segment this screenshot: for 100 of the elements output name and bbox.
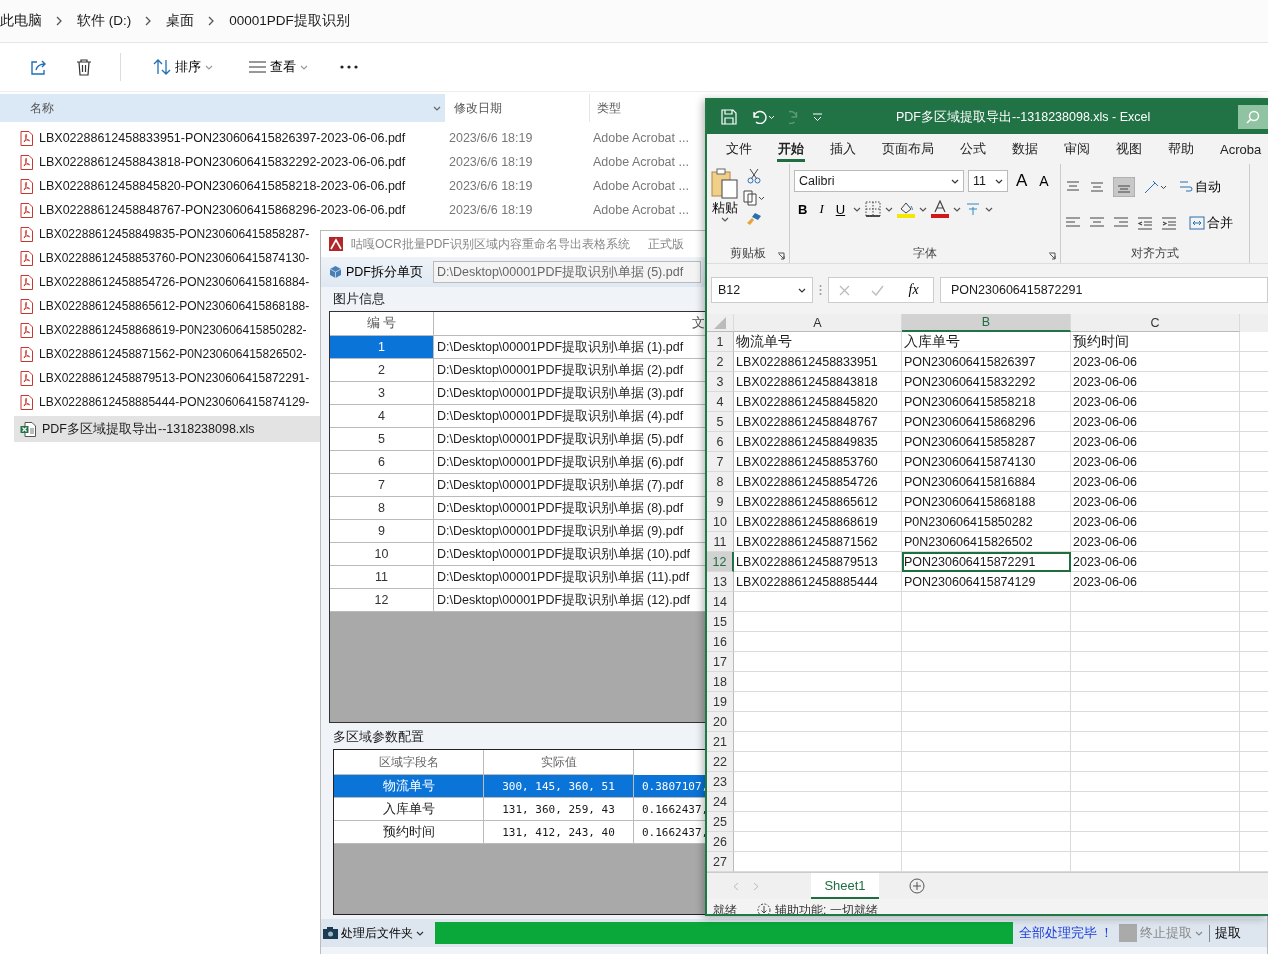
- row-header[interactable]: 24: [707, 792, 734, 812]
- file-row[interactable]: LBX02288612458845820-PON230606415858218-2023-06-06.pdf 2023/6/6 18:19 Adobe Acrobat ...: [0, 176, 700, 196]
- row-header[interactable]: 3: [707, 372, 734, 392]
- table-cell[interactable]: 物流单号: [334, 775, 484, 798]
- ribbon-tab[interactable]: 开始: [765, 134, 817, 164]
- dialog-launcher-icon[interactable]: [1048, 252, 1056, 260]
- ribbon-tab[interactable]: 插入: [817, 134, 869, 164]
- grow-font-button[interactable]: A: [1012, 171, 1032, 191]
- column-header[interactable]: A: [734, 314, 902, 332]
- table-cell[interactable]: 1: [330, 336, 434, 359]
- row-header[interactable]: 13: [707, 572, 734, 592]
- row-header[interactable]: 11: [707, 532, 734, 552]
- row-header[interactable]: 19: [707, 692, 734, 712]
- table-cell[interactable]: PON230606415874129: [902, 572, 1071, 592]
- row-header[interactable]: 12: [707, 552, 734, 572]
- ribbon-tab[interactable]: 页面布局: [869, 134, 947, 164]
- table-cell[interactable]: 131, 412, 243, 40: [484, 821, 634, 844]
- row-header[interactable]: 14: [707, 592, 734, 612]
- ribbon-tab[interactable]: 文件: [713, 134, 765, 164]
- share-icon[interactable]: [30, 58, 48, 76]
- table-cell[interactable]: 2023-06-06: [1071, 412, 1240, 432]
- row-header[interactable]: 26: [707, 832, 734, 852]
- table-cell[interactable]: PON230606415858218: [902, 392, 1071, 412]
- table-cell[interactable]: LBX02288612458833951: [734, 352, 902, 372]
- ribbon-tab[interactable]: 数据: [999, 134, 1051, 164]
- row-header[interactable]: 27: [707, 852, 734, 872]
- insert-function-button[interactable]: fx: [904, 282, 923, 298]
- table-cell[interactable]: LBX02288612458848767: [734, 412, 902, 432]
- cut-icon[interactable]: [747, 168, 761, 184]
- paste-button[interactable]: 粘贴: [711, 168, 739, 245]
- view-button[interactable]: 查看: [245, 56, 312, 78]
- trash-icon[interactable]: [76, 58, 92, 76]
- copy-icon[interactable]: [743, 190, 765, 206]
- column-header[interactable]: 名称: [0, 94, 445, 122]
- table-cell[interactable]: PON230606415826397: [902, 352, 1071, 372]
- table-cell[interactable]: 2023-06-06: [1071, 372, 1240, 392]
- row-header[interactable]: 7: [707, 452, 734, 472]
- align-left-icon[interactable]: [1065, 216, 1081, 230]
- table-cell[interactable]: PON230606415858287: [902, 432, 1071, 452]
- file-row[interactable]: LBX02288612458848767-PON230606415868296-2023-06-06.pdf 2023/6/6 18:19 Adobe Acrobat ...: [0, 200, 700, 220]
- bold-button[interactable]: B: [794, 201, 812, 217]
- column-header[interactable]: B: [902, 314, 1071, 332]
- table-cell[interactable]: 2023-06-06: [1071, 512, 1240, 532]
- row-header[interactable]: 25: [707, 812, 734, 832]
- shrink-font-button[interactable]: A: [1035, 173, 1053, 189]
- name-box[interactable]: B12: [711, 277, 813, 303]
- undo-icon[interactable]: [751, 110, 775, 124]
- table-cell[interactable]: 预约时间: [1071, 332, 1240, 352]
- table-cell[interactable]: 2023-06-06: [1071, 552, 1240, 572]
- table-cell[interactable]: LBX02288612458865612: [734, 492, 902, 512]
- table-cell[interactable]: 12: [330, 589, 434, 612]
- font-color-icon[interactable]: [931, 200, 950, 218]
- row-header[interactable]: 23: [707, 772, 734, 792]
- table-cell[interactable]: 300, 145, 360, 51: [484, 775, 634, 798]
- table-cell[interactable]: 2023-06-06: [1071, 472, 1240, 492]
- table-cell[interactable]: P0N230606415826502: [902, 532, 1071, 552]
- table-cell[interactable]: 预约时间: [334, 821, 484, 844]
- format-painter-icon[interactable]: [746, 212, 762, 226]
- table-cell[interactable]: PON230606415874130: [902, 452, 1071, 472]
- file-row[interactable]: LBX02288612458865612-PON230606415868188-: [0, 296, 308, 316]
- table-cell[interactable]: LBX02288612458854726: [734, 472, 902, 492]
- breadcrumb-item[interactable]: 00001PDF提取识别: [229, 12, 350, 30]
- column-header[interactable]: 修改日期: [445, 94, 590, 122]
- table-cell[interactable]: 物流单号: [734, 332, 902, 352]
- breadcrumb-item[interactable]: 软件 (D:): [77, 12, 132, 30]
- row-header[interactable]: 1: [707, 332, 734, 352]
- italic-button[interactable]: I: [815, 201, 828, 217]
- row-header[interactable]: 15: [707, 612, 734, 632]
- row-header[interactable]: 2: [707, 352, 734, 372]
- row-header[interactable]: 4: [707, 392, 734, 412]
- align-right-icon[interactable]: [1113, 216, 1129, 230]
- table-cell[interactable]: 2023-06-06: [1071, 492, 1240, 512]
- row-header[interactable]: 9: [707, 492, 734, 512]
- path-field[interactable]: D:\Desktop\00001PDF提取识别\单据 (5).pdf: [433, 261, 701, 283]
- save-icon[interactable]: [721, 109, 737, 125]
- ribbon-tab[interactable]: 审阅: [1051, 134, 1103, 164]
- row-header[interactable]: 5: [707, 412, 734, 432]
- customize-icon[interactable]: [813, 113, 822, 121]
- more-icon[interactable]: [340, 65, 358, 69]
- decrease-indent-icon[interactable]: [1137, 216, 1153, 230]
- row-header[interactable]: 10: [707, 512, 734, 532]
- folder-button[interactable]: 处理后文件夹: [321, 924, 435, 942]
- sheet-tab[interactable]: Sheet1: [811, 873, 879, 899]
- table-cell[interactable]: 2023-06-06: [1071, 452, 1240, 472]
- row-header[interactable]: 16: [707, 632, 734, 652]
- extract-button[interactable]: 提取: [1209, 924, 1244, 942]
- column-header[interactable]: 类型: [590, 99, 621, 117]
- row-header[interactable]: 18: [707, 672, 734, 692]
- table-cell[interactable]: 2023-06-06: [1071, 432, 1240, 452]
- table-cell[interactable]: 2023-06-06: [1071, 352, 1240, 372]
- ribbon-tab[interactable]: Acroba: [1207, 134, 1268, 164]
- file-row[interactable]: LBX02288612458885444-PON230606415874129-: [0, 392, 308, 412]
- sort-button[interactable]: 排序: [149, 56, 217, 78]
- table-cell[interactable]: PON230606415868296: [902, 412, 1071, 432]
- increase-indent-icon[interactable]: [1161, 216, 1177, 230]
- table-cell[interactable]: LBX02288612458879513: [734, 552, 902, 572]
- table-cell[interactable]: LBX02288612458849835: [734, 432, 902, 452]
- file-row[interactable]: LBX02288612458849835-PON230606415858287-: [0, 224, 308, 244]
- dialog-launcher-icon[interactable]: [777, 252, 785, 260]
- ribbon-tab[interactable]: 视图: [1103, 134, 1155, 164]
